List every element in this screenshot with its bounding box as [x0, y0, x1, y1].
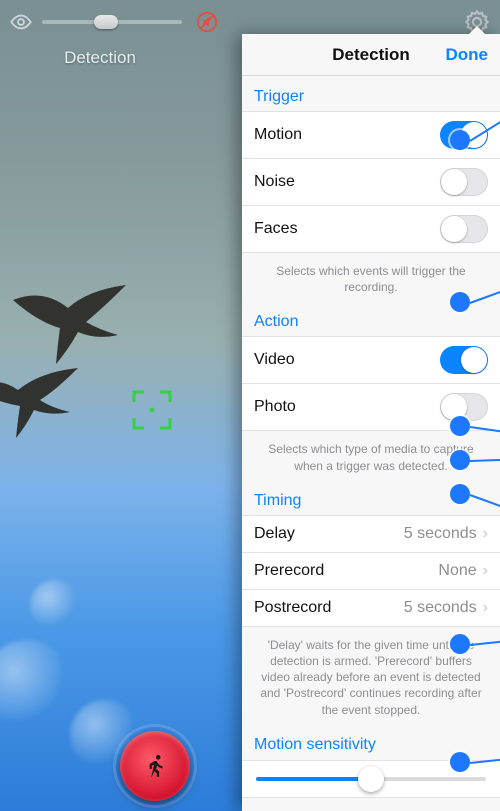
- section-note-motion-sensitivity: Sets the overall sensitivity for motion …: [242, 798, 500, 811]
- row-label: Video: [254, 351, 295, 369]
- row-label: Noise: [254, 173, 295, 191]
- row-action-photo[interactable]: Photo: [242, 383, 500, 431]
- row-trigger-noise[interactable]: Noise: [242, 158, 500, 206]
- row-label: Prerecord: [254, 562, 324, 580]
- chevron-right-icon: ›: [483, 525, 488, 543]
- row-value: 5 seconds: [404, 599, 477, 617]
- toggle-faces[interactable]: [440, 215, 488, 243]
- section-header-trigger: Trigger: [242, 76, 500, 112]
- zoom-slider[interactable]: [42, 20, 182, 24]
- row-timing-prerecord[interactable]: Prerecord None ›: [242, 552, 500, 590]
- row-label: Photo: [254, 398, 296, 416]
- record-button[interactable]: [120, 731, 190, 801]
- row-label: Motion: [254, 126, 302, 144]
- section-note-timing: 'Delay' waits for the given time until t…: [242, 627, 500, 724]
- top-bar: [0, 8, 500, 36]
- row-label: Postrecord: [254, 599, 331, 617]
- section-note-trigger: Selects which events will trigger the re…: [242, 253, 500, 301]
- section-note-action: Selects which type of media to capture w…: [242, 431, 500, 479]
- panel-title: Detection: [332, 45, 409, 65]
- zoom-slider-thumb[interactable]: [94, 15, 118, 29]
- preview-eye-icon[interactable]: [10, 11, 32, 33]
- toggle-photo[interactable]: [440, 393, 488, 421]
- slider-thumb[interactable]: [358, 766, 384, 792]
- slider-motion-sensitivity[interactable]: [242, 760, 500, 798]
- toggle-video[interactable]: [440, 346, 488, 374]
- toggle-motion[interactable]: [440, 121, 488, 149]
- row-value: 5 seconds: [404, 525, 477, 543]
- panel-body[interactable]: Trigger Motion Noise Faces Selects which…: [242, 76, 500, 811]
- toggle-noise[interactable]: [440, 168, 488, 196]
- section-header-action: Action: [242, 301, 500, 337]
- chevron-right-icon: ›: [483, 562, 488, 580]
- row-value: None: [438, 562, 476, 580]
- row-timing-delay[interactable]: Delay 5 seconds ›: [242, 515, 500, 553]
- done-button[interactable]: Done: [446, 34, 489, 75]
- detection-settings-panel: Detection Done Trigger Motion Noise Face…: [242, 34, 500, 811]
- row-timing-postrecord[interactable]: Postrecord 5 seconds ›: [242, 589, 500, 627]
- mute-icon[interactable]: [196, 11, 218, 33]
- bird-silhouette: [0, 360, 80, 440]
- row-trigger-motion[interactable]: Motion: [242, 111, 500, 159]
- bird-silhouette: [8, 280, 138, 370]
- mode-bar: Detection: [0, 44, 200, 72]
- section-header-timing: Timing: [242, 480, 500, 516]
- mode-label[interactable]: Detection: [64, 48, 136, 68]
- row-label: Faces: [254, 220, 298, 238]
- section-header-motion-sensitivity: Motion sensitivity: [242, 724, 500, 760]
- panel-header: Detection Done: [242, 34, 500, 76]
- chevron-right-icon: ›: [483, 599, 488, 617]
- running-man-icon: [142, 753, 168, 779]
- row-label: Delay: [254, 525, 295, 543]
- row-trigger-faces[interactable]: Faces: [242, 205, 500, 253]
- bokeh: [30, 580, 80, 630]
- focus-reticle[interactable]: [130, 388, 174, 432]
- row-action-video[interactable]: Video: [242, 336, 500, 384]
